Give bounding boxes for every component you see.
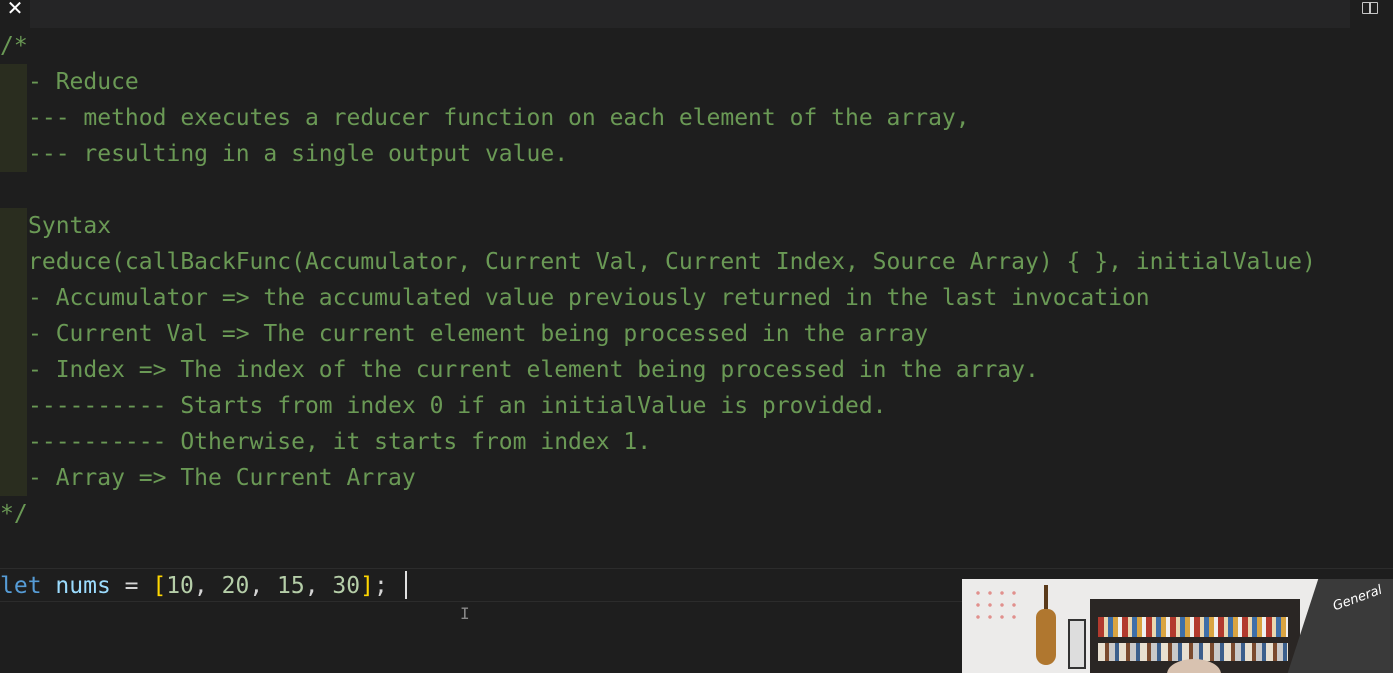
picture-frame — [1068, 619, 1086, 669]
indent-guide — [0, 100, 27, 136]
indent-guide — [0, 388, 27, 424]
comment-text: - Accumulator => the accumulated value p… — [28, 285, 1150, 311]
tab-strip — [30, 0, 1350, 28]
code-line-8: - Index => The index of the current elem… — [28, 352, 1039, 388]
comment-text: --- resulting in a single output value. — [28, 141, 569, 167]
code-line-4: Syntax — [28, 208, 111, 244]
semicolon: ; — [373, 573, 388, 599]
code-line-9: ---------- Starts from index 0 if an ini… — [28, 388, 887, 424]
ibeam-cursor-icon: I — [460, 604, 470, 623]
indent-guide — [0, 352, 27, 388]
close-bracket: ] — [360, 573, 374, 599]
number-literal: 10 — [166, 573, 194, 599]
guitar — [1036, 609, 1056, 665]
separator: , — [304, 573, 333, 599]
comment-text: - Array => The Current Array — [28, 465, 416, 491]
keyword-let: let — [0, 573, 42, 599]
number-literal: 30 — [332, 573, 361, 599]
indent-guide — [0, 316, 27, 352]
code-line-7: - Current Val => The current element bei… — [28, 316, 928, 352]
number-literal: 20 — [221, 573, 250, 599]
comment-text: - Current Val => The current element bei… — [28, 321, 929, 347]
comment-text: --- method executes a reducer function o… — [28, 105, 970, 131]
separator: , — [193, 573, 222, 599]
code-line-11: - Array => The Current Array — [28, 460, 416, 496]
indent-guide — [0, 424, 27, 460]
indent-guide — [0, 280, 27, 316]
indent-guide — [0, 244, 27, 280]
code-line-6: - Accumulator => the accumulated value p… — [28, 280, 1150, 316]
code-editor[interactable]: /* - Reduce --- method executes a reduce… — [0, 26, 1393, 673]
indent-guide — [0, 208, 27, 244]
code-line-comment-close: */ — [0, 496, 28, 532]
code-line-5: reduce(callBackFunc(Accumulator, Current… — [28, 244, 1316, 280]
separator: , — [249, 573, 278, 599]
comment-text: Syntax — [28, 213, 112, 239]
editor-tab-bar: ✕ — [0, 0, 1393, 28]
comment-text: - Reduce — [28, 69, 139, 95]
text-cursor — [405, 571, 407, 599]
code-line-10: ---------- Otherwise, it starts from ind… — [28, 424, 651, 460]
comment-text: ---------- Otherwise, it starts from ind… — [28, 429, 652, 455]
indent-guide — [0, 64, 27, 100]
variable-nums: nums — [55, 573, 111, 599]
split-editor-icon[interactable] — [1362, 2, 1378, 14]
code-line-let-nums: let nums = [10, 20, 15, 30]; — [0, 568, 388, 604]
comment-text: reduce(callBackFunc(Accumulator, Current… — [28, 249, 1316, 275]
wall-art — [972, 587, 1022, 627]
comment-close: */ — [0, 501, 28, 527]
indent-guide — [0, 460, 27, 496]
operator-assign: = — [110, 573, 153, 599]
indent-guide — [0, 136, 27, 172]
code-line-2: --- method executes a reducer function o… — [28, 100, 970, 136]
comment-text: ---------- Starts from index 0 if an ini… — [28, 393, 887, 419]
number-literal: 15 — [277, 573, 305, 599]
open-bracket: [ — [152, 573, 167, 599]
close-icon[interactable]: ✕ — [0, 0, 30, 28]
comment-open: /* — [0, 33, 28, 59]
webcam-overlay: General — [962, 579, 1393, 673]
code-line-3: --- resulting in a single output value. — [28, 136, 568, 172]
code-line-1: - Reduce — [28, 64, 139, 100]
books-row — [1098, 617, 1288, 637]
code-line-comment-open: /* — [0, 28, 28, 64]
comment-text: - Index => The index of the current elem… — [28, 357, 1039, 383]
